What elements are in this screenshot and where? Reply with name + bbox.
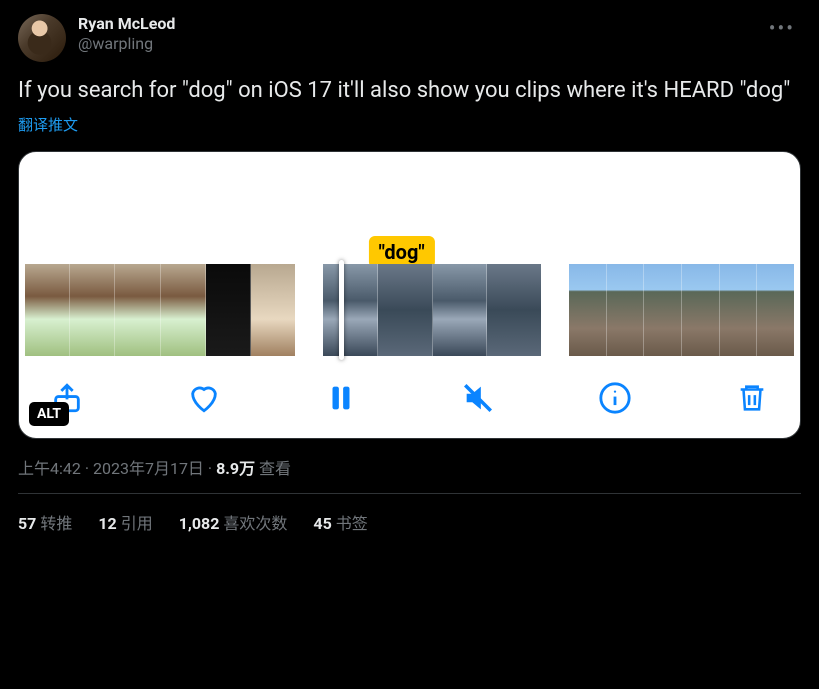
clip-frame [25, 264, 70, 356]
clip-frame [487, 264, 541, 356]
clip-frame [682, 264, 720, 356]
video-timeline [19, 264, 800, 356]
mute-icon[interactable] [458, 378, 498, 418]
media-toolbar [19, 356, 800, 424]
heart-icon[interactable] [184, 378, 224, 418]
clip-frame [323, 264, 378, 356]
clip-frame [644, 264, 682, 356]
tweet-date[interactable]: 2023年7月17日 [93, 459, 204, 478]
clip-frame [161, 264, 206, 356]
info-icon[interactable] [595, 378, 635, 418]
retweets-stat[interactable]: 57转推 [18, 510, 72, 534]
tweet-container: Ryan McLeod @warpling ••• If you search … [0, 0, 819, 550]
clip-frame [433, 264, 488, 356]
trash-icon[interactable] [732, 378, 772, 418]
pause-icon[interactable] [321, 378, 361, 418]
bookmarks-stat[interactable]: 45书签 [313, 510, 367, 534]
clip-frame [206, 264, 251, 356]
tweet-header: Ryan McLeod @warpling ••• [18, 14, 801, 62]
views-label: 查看 [259, 459, 291, 478]
quotes-stat[interactable]: 12引用 [98, 510, 152, 534]
tweet-text: If you search for "dog" on iOS 17 it'll … [18, 76, 801, 106]
more-options-button[interactable]: ••• [763, 14, 801, 42]
tweet-stats: 57转推 12引用 1,082喜欢次数 45书签 [18, 494, 801, 550]
clip-frame [607, 264, 645, 356]
tweet-meta: 上午4:42 · 2023年7月17日 · 8.9万 查看 [18, 455, 801, 494]
author-block[interactable]: Ryan McLeod @warpling [78, 14, 763, 54]
alt-badge[interactable]: ALT [29, 402, 69, 426]
translate-link[interactable]: 翻译推文 [18, 114, 78, 135]
display-name: Ryan McLeod [78, 14, 763, 34]
clip-frame [757, 264, 794, 356]
playhead[interactable] [339, 260, 344, 360]
views-count: 8.9万 [216, 459, 255, 478]
clip-group[interactable] [569, 264, 794, 356]
handle: @warpling [78, 34, 763, 54]
clip-frame [251, 264, 295, 356]
clip-frame [115, 264, 160, 356]
clip-frame [70, 264, 115, 356]
likes-stat[interactable]: 1,082喜欢次数 [179, 510, 288, 534]
avatar[interactable] [18, 14, 66, 62]
clip-frame [569, 264, 607, 356]
clip-group[interactable] [25, 264, 295, 356]
clip-frame [720, 264, 758, 356]
tweet-time[interactable]: 上午4:42 [18, 459, 81, 478]
clip-frame [378, 264, 433, 356]
clip-group-active[interactable] [323, 264, 541, 356]
media-attachment[interactable]: "dog" [18, 151, 801, 439]
